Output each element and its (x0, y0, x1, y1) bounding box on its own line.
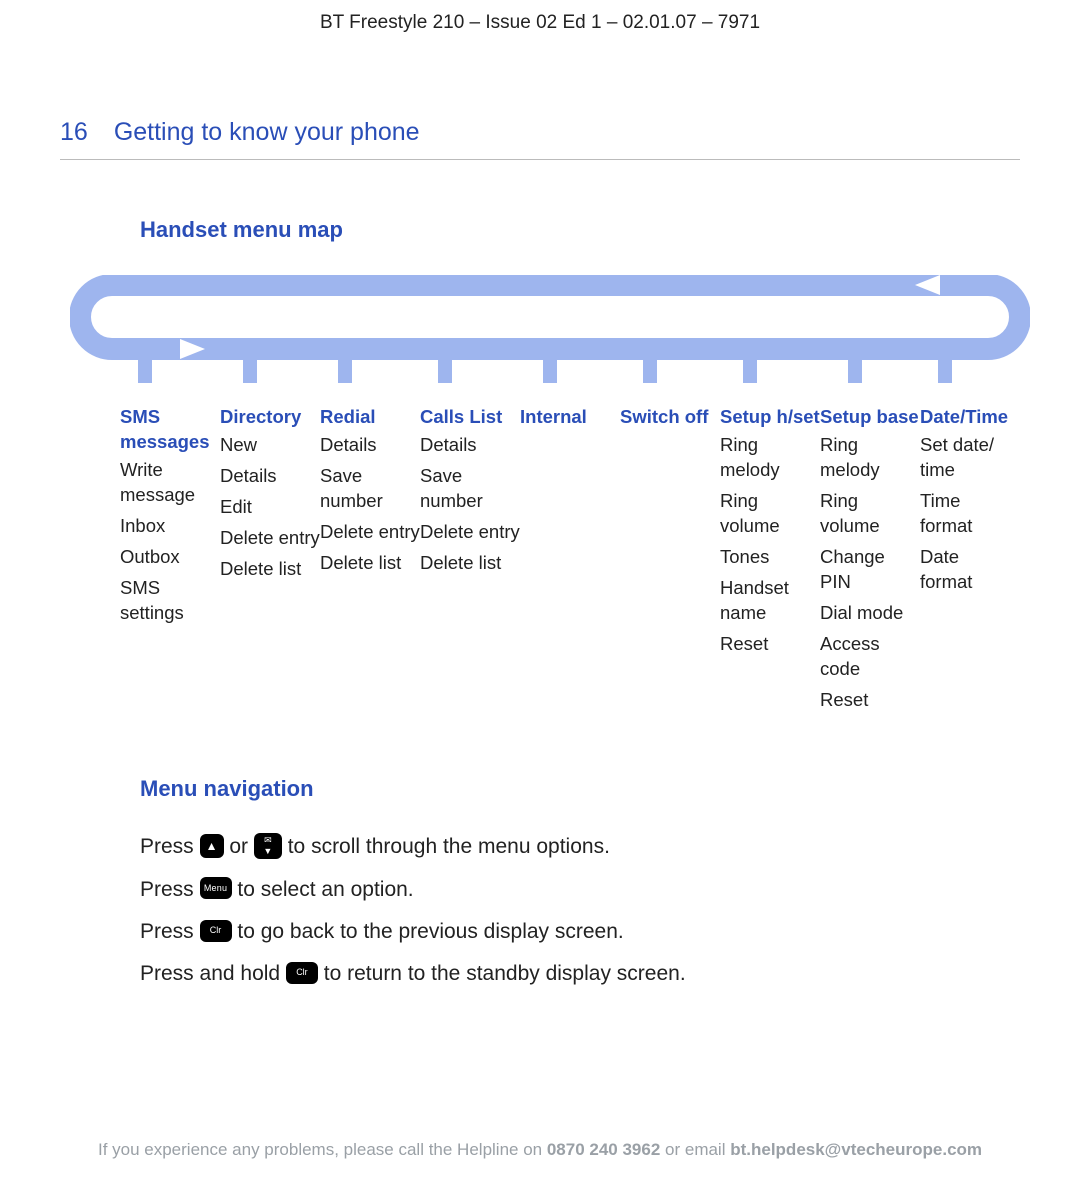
menu-item: Ring volume (820, 489, 920, 539)
menu-items: Ring melody Ring volume Change PIN Dial mod… (820, 433, 920, 713)
menu-item: Time format (920, 489, 1010, 539)
menu-item: Tones (720, 545, 820, 570)
nav-line-standby: Press and hold Clr to return to the stan… (140, 960, 1020, 988)
menu-col-sms: SMS messages Write message Inbox Outbox SMS… (120, 405, 220, 719)
menu-item: Ring volume (720, 489, 820, 539)
footer-help: If you experience any problems, please c… (60, 1139, 1020, 1182)
up-arrow-key-icon: ▲ (200, 834, 224, 858)
menu-title: Setup h/set (720, 405, 820, 430)
menu-item: Handset name (720, 576, 820, 626)
menu-col-datetime: Date/Time Set date/ time Time format Date … (920, 405, 1010, 719)
menu-item: Delete entry (220, 526, 320, 551)
menu-item: SMS settings (120, 576, 220, 626)
menu-item: Delete entry (420, 520, 520, 545)
section-menu-navigation: Menu navigation (140, 774, 1020, 804)
clr-key-icon: Clr (200, 920, 232, 942)
nav-line-scroll: Press ▲ or ✉ ▼ to scroll through the men… (140, 833, 1020, 861)
menu-items: Details Save number Delete entry Delete lis… (420, 433, 520, 576)
doc-header: BT Freestyle 210 – Issue 02 Ed 1 – 02.01… (60, 10, 1020, 36)
menu-items: Ring melody Ring volume Tones Handset name R… (720, 433, 820, 657)
menu-item: Ring melody (720, 433, 820, 483)
menu-item: Access code (820, 632, 920, 682)
clr-key-icon: Clr (286, 962, 318, 984)
menu-item: Details (420, 433, 520, 458)
menu-item: Save number (320, 464, 420, 514)
menu-item: Save number (420, 464, 520, 514)
menu-title: Setup base (820, 405, 920, 430)
nav-line-select: Press Menu to select an option. (140, 876, 1020, 904)
menu-item: Delete list (420, 551, 520, 576)
nav-line-back: Press Clr to go back to the previous dis… (140, 918, 1020, 946)
menu-col-directory: Directory New Details Edit Delete entry Dele… (220, 405, 320, 719)
menu-item: Delete entry (320, 520, 420, 545)
section-handset-menu-map: Handset menu map (140, 215, 1020, 245)
menu-title: Date/Time (920, 405, 1010, 430)
menu-item: Details (220, 464, 320, 489)
menu-title: SMS messages (120, 405, 220, 455)
menu-col-switchoff: Switch off (620, 405, 720, 719)
menu-items: Set date/ time Time format Date format (920, 433, 1010, 595)
menu-item: Delete list (220, 557, 320, 582)
menu-items: New Details Edit Delete entry Delete list (220, 433, 320, 582)
menu-item: Change PIN (820, 545, 920, 595)
menu-item: Ring melody (820, 433, 920, 483)
page-title-row: 16 Getting to know your phone (60, 116, 1020, 161)
menu-col-calls: Calls List Details Save number Delete entr… (420, 405, 520, 719)
menu-title: Switch off (620, 405, 720, 430)
menu-item: Reset (720, 632, 820, 657)
menu-title: Calls List (420, 405, 520, 430)
menu-title: Directory (220, 405, 320, 430)
menu-item: Reset (820, 688, 920, 713)
help-phone: 0870 240 3962 (547, 1140, 660, 1159)
menu-items: Details Save number Delete entry Delete lis… (320, 433, 420, 576)
menu-items: Write message Inbox Outbox SMS settings (120, 458, 220, 626)
menu-key-icon: Menu (200, 877, 232, 899)
menu-item: Write message (120, 458, 220, 508)
menu-item: Set date/ time (920, 433, 1010, 483)
menu-title: Redial (320, 405, 420, 430)
menu-col-setup-hset: Setup h/set Ring melody Ring volume Tones H… (720, 405, 820, 719)
menu-col-internal: Internal (520, 405, 620, 719)
menu-map-ribbon (70, 275, 1010, 385)
menu-item: Edit (220, 495, 320, 520)
help-email: bt.helpdesk@vtecheurope.com (730, 1140, 982, 1159)
menu-col-setup-base: Setup base Ring melody Ring volume Change … (820, 405, 920, 719)
menu-item: Date format (920, 545, 1010, 595)
menu-item: Dial mode (820, 601, 920, 626)
menu-item: Details (320, 433, 420, 458)
menu-item: Outbox (120, 545, 220, 570)
menu-item: Delete list (320, 551, 420, 576)
menu-item: Inbox (120, 514, 220, 539)
page-title: Getting to know your phone (114, 116, 420, 150)
menu-col-redial: Redial Details Save number Delete entry Del… (320, 405, 420, 719)
page-number: 16 (60, 116, 88, 150)
menu-title: Internal (520, 405, 620, 430)
menu-item: New (220, 433, 320, 458)
sms-down-key-icon: ✉ ▼ (254, 833, 282, 859)
